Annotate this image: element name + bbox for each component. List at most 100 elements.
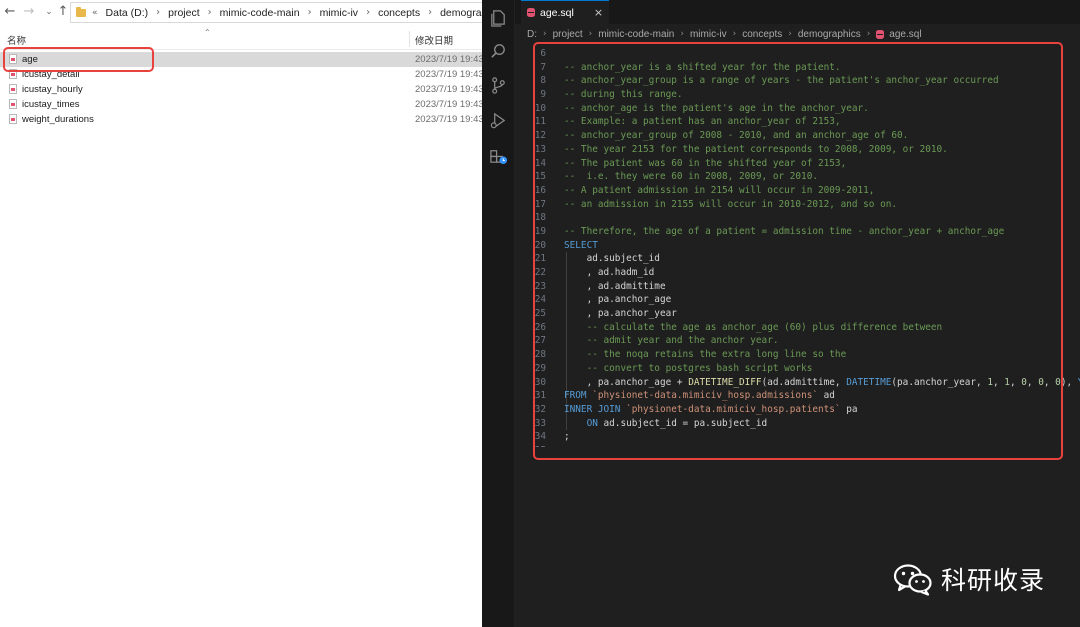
code-line[interactable]: 14 -- The patient was 60 in the shifted y…	[515, 157, 1080, 171]
extensions-icon[interactable]	[489, 146, 508, 165]
code-token: -- Therefore, the age of a patient = adm…	[564, 225, 1005, 237]
code-token: -- during this range.	[564, 89, 683, 101]
line-content: -- calculate the age as anchor_age (60) …	[564, 321, 943, 335]
code-token: DATETIME_DIFF	[688, 376, 762, 388]
editor-breadcrumb[interactable]: mimic-code-main	[598, 29, 674, 40]
column-name-header[interactable]: 名称	[7, 33, 26, 47]
code-line[interactable]: 31 FROM `physionet-data.mimiciv_hosp.admi…	[515, 389, 1080, 403]
code-line[interactable]: 21 ad.subject_id	[515, 252, 1080, 266]
editor-breadcrumb[interactable]: demographics	[798, 29, 861, 40]
line-content: SELECT	[564, 239, 598, 253]
code-line[interactable]: 29 -- convert to postgres bash script wo…	[515, 362, 1080, 376]
code-token: -- anchor_year_group of 2008 - 2010, and…	[564, 130, 909, 142]
file-row[interactable]: age 2023/7/19 19:43	[0, 52, 484, 67]
chevron-right-icon: ›	[156, 7, 161, 18]
run-debug-icon[interactable]	[489, 111, 508, 130]
editor-breadcrumb[interactable]: D:	[527, 29, 537, 40]
code-line[interactable]: 27 -- admit year and the anchor year.	[515, 334, 1080, 348]
file-row[interactable]: icustay_hourly 2023/7/19 19:43	[0, 82, 484, 97]
code-token: -- convert to postgres bash script works	[564, 362, 813, 374]
code-line[interactable]: 12 -- anchor_year_group of 2008 - 2010, a…	[515, 129, 1080, 143]
code-line[interactable]: 25 , pa.anchor_year	[515, 307, 1080, 321]
file-modified-date: 2023/7/19 19:43	[415, 99, 484, 110]
line-number: 25	[534, 308, 546, 320]
code-token: ad.subject_id = pa.subject_id	[603, 417, 768, 429]
line-number: 7	[540, 61, 546, 73]
code-line[interactable]: 8 -- anchor_year_group is a range of year…	[515, 74, 1080, 88]
address-crumb[interactable]: project	[168, 7, 200, 19]
search-icon[interactable]	[489, 42, 508, 61]
file-list-header: 名称 ⌃ 修改日期	[0, 28, 482, 50]
sort-arrow-icon: ⌃	[204, 28, 211, 37]
code-line[interactable]: 30 , pa.anchor_age + DATETIME_DIFF(ad.ad…	[515, 376, 1080, 390]
code-line[interactable]: 10 -- anchor_age is the patient's age in …	[515, 102, 1080, 116]
code-token: INNER JOIN	[564, 403, 627, 415]
line-content: , ad.hadm_id	[564, 266, 655, 280]
line-content: -- The year 2153 for the patient corresp…	[564, 143, 948, 157]
back-icon[interactable]: ←	[1, 3, 19, 21]
line-number: 8	[540, 75, 546, 87]
address-crumb[interactable]: mimic-iv	[320, 7, 359, 19]
code-line[interactable]: 28 -- the noqa retains the extra long li…	[515, 348, 1080, 362]
line-number: 23	[534, 280, 546, 292]
editor-breadcrumb[interactable]: project	[553, 29, 583, 40]
code-line[interactable]: 23 , ad.admittime	[515, 280, 1080, 294]
line-number: 24	[534, 294, 546, 306]
code-line[interactable]: 32 INNER JOIN `physionet-data.mimiciv_hos…	[515, 403, 1080, 417]
column-date-header[interactable]: 修改日期	[415, 33, 453, 47]
address-crumb[interactable]: Data (D:)	[106, 7, 149, 19]
address-crumb[interactable]: mimic-code-main	[220, 7, 300, 19]
line-number: 14	[534, 157, 546, 169]
code-line[interactable]: 17 -- an admission in 2155 will occur in …	[515, 198, 1080, 212]
code-line[interactable]: 6	[515, 47, 1080, 61]
code-line[interactable]: 20 SELECT	[515, 239, 1080, 253]
editor-breadcrumb[interactable]: age.sql	[889, 29, 921, 40]
code-token: `physionet-data.mimiciv_hosp.patients`	[626, 403, 841, 415]
file-row[interactable]: icustay_times 2023/7/19 19:43	[0, 97, 484, 112]
column-divider[interactable]	[409, 31, 410, 47]
source-control-icon[interactable]	[489, 76, 508, 95]
line-content: FROM `physionet-data.mimiciv_hosp.admiss…	[564, 389, 835, 403]
line-content: -- anchor_year is a shifted year for the…	[564, 61, 841, 75]
code-line[interactable]: 11 -- Example: a patient has an anchor_ye…	[515, 115, 1080, 129]
watermark: 科研收录	[893, 561, 1045, 597]
line-content: -- i.e. they were 60 in 2008, 2009, or 2…	[564, 170, 818, 184]
editor-breadcrumb[interactable]: concepts	[742, 29, 782, 40]
explorer-files-icon[interactable]	[489, 8, 508, 27]
code-line[interactable]: 34;	[515, 430, 1080, 444]
line-content: -- A patient admission in 2154 will occu…	[564, 184, 874, 198]
address-bar[interactable]: « Data (D:) › project › mimic-code-main › mimic…	[70, 2, 482, 23]
code-area[interactable]: 6 7 -- anchor_year is a shifted year for t…	[515, 47, 1080, 447]
code-line[interactable]: 35	[515, 444, 1080, 447]
code-token: ,	[1026, 376, 1039, 388]
code-line[interactable]: 13 -- The year 2153 for the patient corre…	[515, 143, 1080, 157]
code-line[interactable]: 15 -- i.e. they were 60 in 2008, 2009, or…	[515, 170, 1080, 184]
chevron-right-icon: ›	[588, 29, 593, 39]
code-line[interactable]: 24 , pa.anchor_age	[515, 293, 1080, 307]
address-crumb[interactable]: demographics	[440, 7, 482, 19]
code-line[interactable]: 33 ON ad.subject_id = pa.subject_id	[515, 417, 1080, 431]
tab-age-sql[interactable]: age.sql ×	[521, 0, 609, 24]
code-line[interactable]: 19 -- Therefore, the age of a patient = a…	[515, 225, 1080, 239]
code-line[interactable]: 22 , ad.hadm_id	[515, 266, 1080, 280]
line-content: -- convert to postgres bash script works	[564, 362, 813, 376]
address-crumb[interactable]: concepts	[378, 7, 420, 19]
close-icon[interactable]: ×	[594, 6, 603, 19]
code-line[interactable]: 26 -- calculate the age as anchor_age (6…	[515, 321, 1080, 335]
code-line[interactable]: 18	[515, 211, 1080, 225]
forward-icon[interactable]: →	[20, 3, 38, 21]
line-number: 22	[534, 267, 546, 278]
code-line[interactable]: 9 -- during this range.	[515, 88, 1080, 102]
code-token: ,	[993, 376, 1005, 388]
file-row[interactable]: icustay_detail 2023/7/19 19:43	[0, 67, 484, 82]
editor-breadcrumb[interactable]: mimic-iv	[690, 29, 727, 40]
watermark-text: 科研收录	[941, 566, 1046, 595]
chevron-right-icon: ›	[866, 29, 871, 39]
line-content: , pa.anchor_year	[564, 307, 677, 321]
code-line[interactable]: 7 -- anchor_year is a shifted year for th…	[515, 61, 1080, 75]
file-row[interactable]: weight_durations 2023/7/19 19:43	[0, 112, 484, 127]
chevron-right-icon: ›	[307, 7, 312, 18]
line-number: 17	[534, 198, 546, 210]
breadcrumb-overflow-icon[interactable]: «	[92, 8, 98, 18]
code-line[interactable]: 16 -- A patient admission in 2154 will oc…	[515, 184, 1080, 198]
